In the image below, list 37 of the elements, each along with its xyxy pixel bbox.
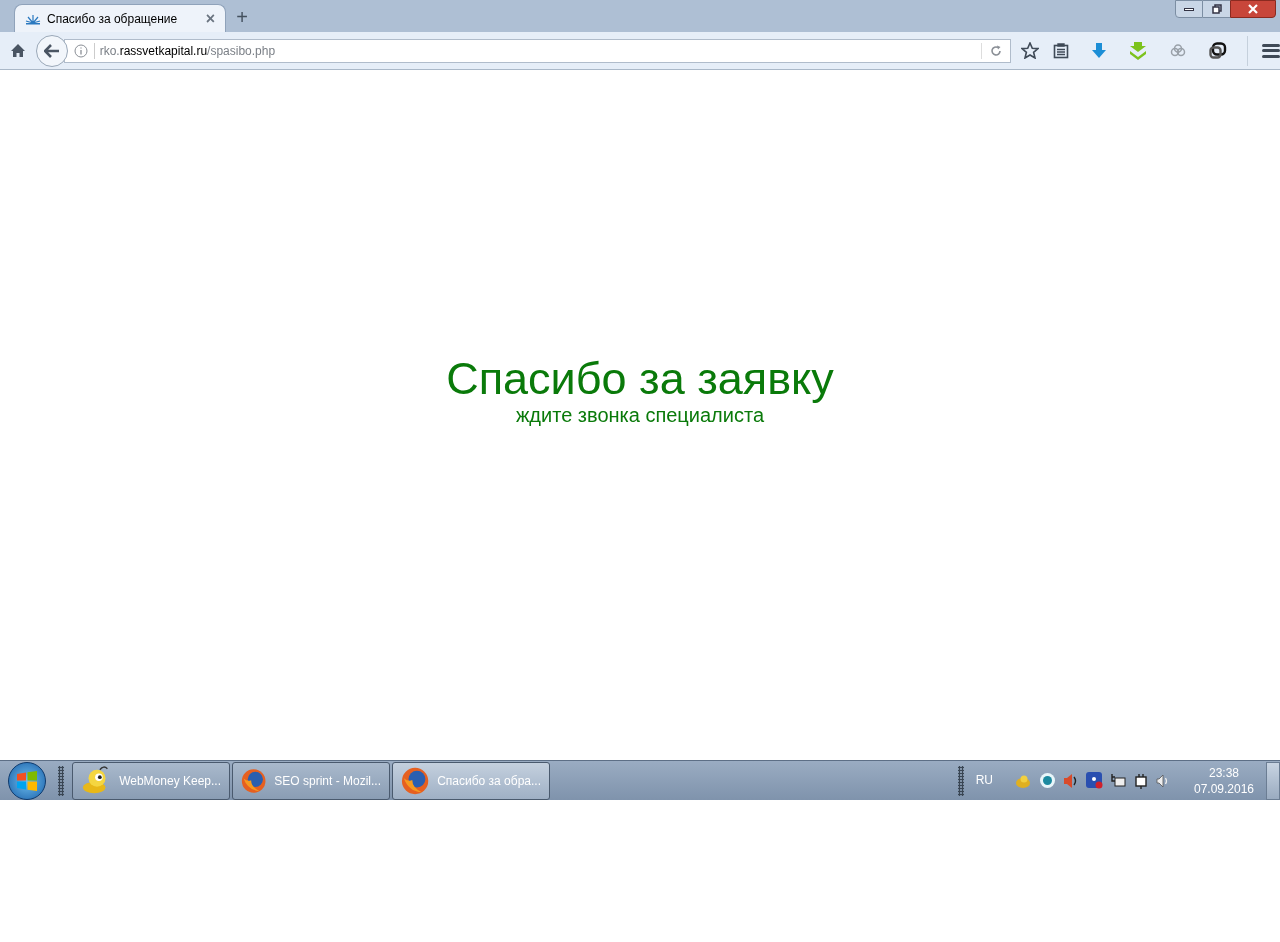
home-icon [9, 43, 26, 58]
windows-logo-icon [16, 770, 38, 791]
overlapping-squares-icon[interactable] [1209, 41, 1227, 60]
show-desktop-button[interactable] [1266, 761, 1280, 800]
minimize-button[interactable] [1175, 0, 1203, 18]
tab-close-button[interactable]: × [205, 10, 215, 27]
clock-time[interactable]: 23:38 [1209, 764, 1239, 781]
bookmark-star-icon[interactable] [1021, 42, 1039, 59]
taskbar-button[interactable]: WebMoney Keep... [72, 761, 230, 800]
page-subheading: ждите звонка специалиста [515, 403, 764, 427]
close-button[interactable] [1230, 0, 1276, 18]
clock-date[interactable]: 07.09.2016 [1193, 780, 1255, 797]
download-arrow-icon[interactable] [1091, 42, 1107, 59]
taskbar-button[interactable]: Спасибо за обра... [392, 761, 550, 800]
start-button[interactable] [8, 761, 46, 800]
back-button[interactable] [35, 34, 68, 67]
restore-button[interactable] [1203, 0, 1230, 18]
reload-icon[interactable] [990, 44, 1002, 57]
url-field[interactable]: rko.rassvetkapital.ru/spasibo.php [63, 38, 1011, 63]
menu-button[interactable] [1262, 42, 1280, 59]
info-icon [73, 43, 88, 58]
close-icon [1247, 4, 1259, 14]
tray-speaker-icon[interactable] [1063, 772, 1079, 789]
back-arrow-icon [43, 43, 60, 58]
tray-volume-icon[interactable] [1156, 773, 1170, 788]
fox-globe-icon [401, 765, 430, 796]
tab-title: Спасибо за обращение [47, 10, 179, 28]
page-heading: Спасибо за заявку [446, 355, 834, 403]
tray-circle-icon[interactable] [1039, 772, 1056, 789]
taskbar-button[interactable]: SEO sprint - Mozil... [232, 761, 390, 800]
language-indicator[interactable]: RU [975, 771, 993, 789]
new-tab-button[interactable]: + [232, 7, 252, 27]
reading-list-icon[interactable] [1053, 42, 1069, 59]
browser-tab[interactable]: Спасибо за обращение × [14, 4, 226, 32]
sunrise-favicon-icon [25, 12, 41, 25]
restore-icon [1211, 4, 1222, 14]
tray-network-icon[interactable] [1110, 772, 1126, 789]
